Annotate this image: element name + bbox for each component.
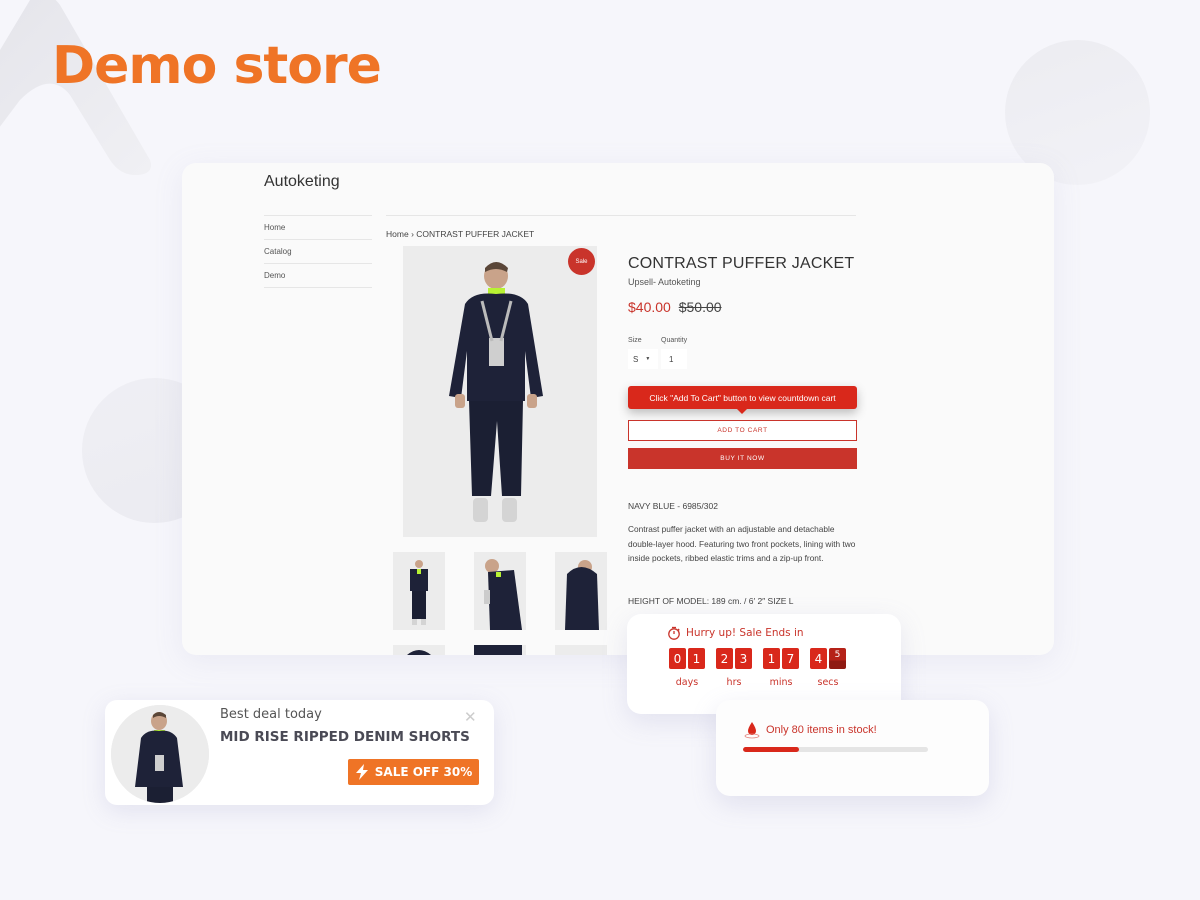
thumbnail-detail-2[interactable] bbox=[474, 645, 526, 655]
quantity-label: Quantity bbox=[661, 337, 688, 344]
sales-popup: Best deal today MID RISE RIPPED DENIM SH… bbox=[105, 700, 494, 805]
countdown-digit: 7 bbox=[782, 648, 799, 669]
sidebar-nav: Home Catalog Demo bbox=[264, 215, 372, 288]
breadcrumb-home-link[interactable]: Home bbox=[386, 229, 409, 239]
deal-product-title[interactable]: MID RISE RIPPED DENIM SHORTS bbox=[220, 729, 470, 745]
sale-price: $40.00 bbox=[628, 299, 671, 315]
countdown-unit-label: days bbox=[675, 677, 699, 688]
product-main-image[interactable] bbox=[403, 246, 597, 537]
countdown-timer-card: Hurry up! Sale Ends in 0 1 days 2 3 hrs … bbox=[627, 614, 901, 714]
thumbnail-front-view[interactable] bbox=[393, 552, 445, 630]
countdown-digit: 0 bbox=[669, 648, 686, 669]
thumbnail-detail-3[interactable] bbox=[555, 645, 607, 655]
deal-kicker: Best deal today bbox=[220, 707, 322, 722]
size-value: S bbox=[633, 354, 639, 364]
sidebar-item-catalog[interactable]: Catalog bbox=[264, 240, 372, 264]
stock-heading: Only 80 items in stock! bbox=[743, 721, 877, 739]
countdown-minutes: 1 7 mins bbox=[763, 648, 799, 688]
close-icon[interactable]: ✕ bbox=[464, 708, 477, 726]
compare-price: $50.00 bbox=[678, 299, 722, 315]
sale-off-label: SALE OFF 30% bbox=[374, 765, 473, 779]
countdown-unit-label: hrs bbox=[726, 677, 742, 688]
store-preview-window: Autoketing Home Catalog Demo Home › CONT… bbox=[182, 163, 1054, 655]
add-to-cart-tooltip: Click "Add To Cart" button to view count… bbox=[628, 386, 857, 414]
countdown-unit-label: secs bbox=[817, 677, 839, 688]
store-brand[interactable]: Autoketing bbox=[264, 173, 340, 191]
droplet-icon bbox=[744, 722, 760, 739]
deal-product-image[interactable] bbox=[111, 705, 209, 803]
countdown-digit: 3 bbox=[735, 648, 752, 669]
model-figure-icon bbox=[403, 246, 597, 537]
size-label: Size bbox=[628, 337, 642, 344]
countdown-heading-text: Hurry up! Sale Ends in bbox=[686, 627, 804, 639]
buy-it-now-button[interactable]: BUY IT NOW bbox=[628, 448, 857, 469]
countdown-seconds: 4 5 secs bbox=[810, 648, 846, 688]
sidebar-item-home[interactable]: Home bbox=[264, 216, 372, 240]
stock-progress-bar bbox=[743, 747, 928, 752]
divider bbox=[386, 215, 856, 216]
countdown-groups: 0 1 days 2 3 hrs 1 7 mins 4 5 secs bbox=[669, 648, 857, 688]
breadcrumb: Home › CONTRAST PUFFER JACKET bbox=[386, 229, 534, 239]
stock-counter-card: Only 80 items in stock! bbox=[716, 700, 989, 796]
sale-badge: Sale bbox=[568, 248, 595, 275]
countdown-unit-label: mins bbox=[769, 677, 793, 688]
sidebar-item-demo[interactable]: Demo bbox=[264, 264, 372, 288]
sale-off-button[interactable]: SALE OFF 30% bbox=[348, 759, 479, 785]
size-select[interactable]: S ▼ bbox=[628, 349, 658, 369]
stock-progress-fill bbox=[743, 747, 799, 752]
stopwatch-icon bbox=[668, 626, 680, 640]
countdown-digit: 2 bbox=[716, 648, 733, 669]
lightning-icon bbox=[355, 764, 368, 780]
countdown-digit: 1 bbox=[763, 648, 780, 669]
countdown-hours: 2 3 hrs bbox=[716, 648, 752, 688]
product-prices: $40.00 $50.00 bbox=[628, 299, 722, 315]
product-description: Contrast puffer jacket with an adjustabl… bbox=[628, 524, 856, 564]
countdown-digit: 1 bbox=[688, 648, 705, 669]
stock-text: Only 80 items in stock! bbox=[766, 724, 877, 736]
product-vendor: Upsell- Autoketing bbox=[628, 277, 701, 287]
product-title: CONTRAST PUFFER JACKET bbox=[628, 255, 855, 272]
breadcrumb-current: CONTRAST PUFFER JACKET bbox=[416, 229, 535, 239]
breadcrumb-separator: › bbox=[411, 229, 414, 239]
page-title: Demo store bbox=[52, 36, 382, 96]
thumbnail-back-view[interactable] bbox=[555, 552, 607, 630]
countdown-digit-flipping: 5 bbox=[829, 648, 846, 669]
countdown-heading: Hurry up! Sale Ends in bbox=[667, 626, 804, 640]
thumbnail-detail-1[interactable] bbox=[393, 645, 445, 655]
chevron-down-icon: ▼ bbox=[645, 356, 651, 362]
countdown-digit: 4 bbox=[810, 648, 827, 669]
thumbnail-side-view[interactable] bbox=[474, 552, 526, 630]
countdown-days: 0 1 days bbox=[669, 648, 705, 688]
quantity-input[interactable] bbox=[661, 349, 687, 369]
add-to-cart-button[interactable]: ADD TO CART bbox=[628, 420, 857, 441]
model-height: HEIGHT OF MODEL: 189 cm. / 6′ 2″ SIZE L bbox=[628, 596, 794, 606]
product-sku: NAVY BLUE - 6985/302 bbox=[628, 501, 718, 511]
